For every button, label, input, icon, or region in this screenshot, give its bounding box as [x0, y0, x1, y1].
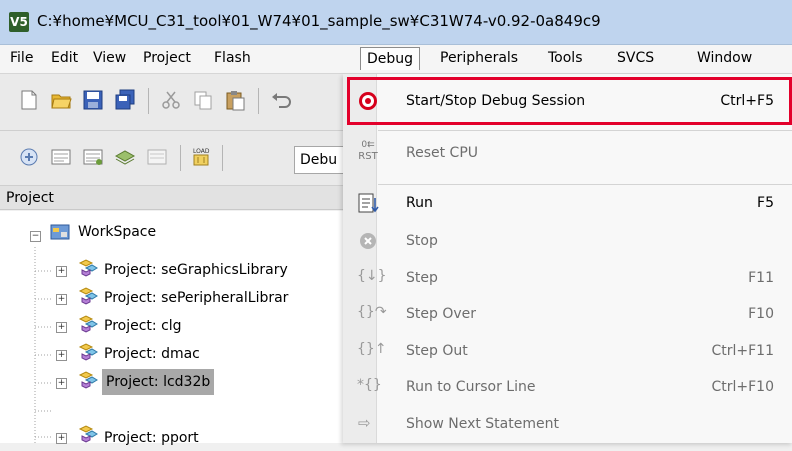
- menu-item-label: Step Out: [406, 343, 468, 359]
- stop-build-icon[interactable]: [146, 146, 168, 168]
- step-over-icon: {}↷: [357, 304, 387, 320]
- tree-item-project-selected[interactable]: Project: lcd32b: [102, 369, 215, 395]
- highlight-annotation: [347, 77, 792, 125]
- menu-separator: [378, 130, 792, 131]
- menu-item-step-over[interactable]: {}↷ Step Over F10: [343, 299, 792, 331]
- menu-item-shortcut: F5: [757, 195, 774, 211]
- svg-text:LOAD: LOAD: [193, 148, 210, 155]
- menu-item-run-to-cursor[interactable]: *{} Run to Cursor Line Ctrl+F10: [343, 372, 792, 404]
- project-icon: [78, 315, 98, 333]
- cut-icon[interactable]: [160, 89, 182, 111]
- menu-project[interactable]: Project: [143, 50, 191, 66]
- run-to-cursor-icon: *{}: [357, 377, 382, 393]
- menu-item-label: Reset CPU: [406, 145, 479, 161]
- load-icon[interactable]: LOAD: [190, 145, 212, 167]
- save-all-icon[interactable]: [114, 89, 136, 111]
- show-next-statement-icon: ⇨: [358, 414, 371, 432]
- project-pane-header: Project: [0, 186, 352, 210]
- toolbar-separator: [222, 145, 223, 171]
- step-icon: {↓}: [357, 268, 387, 284]
- menu-item-label: Run to Cursor Line: [406, 379, 536, 395]
- compile-icon[interactable]: [18, 146, 40, 168]
- menu-svcs[interactable]: SVCS: [617, 50, 654, 66]
- menu-item-shortcut: F10: [748, 306, 774, 322]
- step-out-icon: {}↑: [357, 341, 387, 357]
- menu-item-shortcut: Ctrl+F10: [711, 379, 774, 395]
- menu-file[interactable]: File: [10, 50, 33, 66]
- stop-icon: [360, 233, 376, 249]
- menu-item-label: Step Over: [406, 306, 476, 322]
- menu-item-stop[interactable]: Stop: [343, 226, 792, 258]
- menu-item-shortcut: F11: [748, 270, 774, 286]
- menu-flash[interactable]: Flash: [214, 50, 251, 66]
- menu-item-shortcut: Ctrl+F11: [711, 343, 774, 359]
- open-folder-icon[interactable]: [50, 89, 72, 111]
- menu-item-step[interactable]: {↓} Step F11: [343, 263, 792, 295]
- menu-peripherals[interactable]: Peripherals: [440, 50, 518, 66]
- workspace-expander[interactable]: −: [30, 231, 41, 242]
- batch-build-icon[interactable]: [114, 146, 136, 168]
- build-icon[interactable]: [50, 146, 72, 168]
- menu-item-label: Show Next Statement: [406, 416, 559, 432]
- tree-item-project[interactable]: Project: sePeripheralLibrar: [104, 285, 288, 311]
- menu-item-label: Stop: [406, 233, 438, 249]
- tree-item-project[interactable]: Project: dmac: [104, 341, 200, 367]
- project-icon: [78, 259, 98, 277]
- paste-icon[interactable]: [224, 89, 246, 111]
- reset-cpu-icon: 0⇇ RST: [358, 140, 378, 162]
- undo-icon[interactable]: [270, 89, 292, 111]
- menu-item-reset-cpu[interactable]: 0⇇ RST Reset CPU: [343, 138, 792, 170]
- workspace-node[interactable]: WorkSpace: [78, 219, 156, 245]
- menu-edit[interactable]: Edit: [51, 50, 78, 66]
- project-expander[interactable]: +: [56, 350, 67, 361]
- window-title: C:¥home¥MCU_C31_tool¥01_W74¥01_sample_sw…: [37, 12, 601, 30]
- project-expander[interactable]: +: [56, 433, 67, 444]
- menu-item-label: Run: [406, 195, 433, 211]
- project-expander[interactable]: +: [56, 294, 67, 305]
- app-icon: V5: [9, 12, 29, 32]
- menu-debug[interactable]: Debug: [360, 47, 421, 70]
- menu-item-show-next-statement[interactable]: ⇨ Show Next Statement: [343, 409, 792, 441]
- run-icon: [358, 193, 379, 213]
- menu-window[interactable]: Window: [697, 50, 752, 66]
- project-expander[interactable]: +: [56, 378, 67, 389]
- project-icon: [78, 371, 98, 389]
- file-toolbar: [0, 74, 345, 131]
- workspace-icon: [50, 224, 70, 240]
- project-icon: [78, 343, 98, 361]
- new-file-icon[interactable]: [18, 89, 40, 111]
- save-icon[interactable]: [82, 89, 104, 111]
- project-expander[interactable]: +: [56, 266, 67, 277]
- menu-item-run[interactable]: Run F5: [343, 188, 792, 220]
- menu-tools[interactable]: Tools: [548, 50, 583, 66]
- tree-item-project[interactable]: Project: clg: [104, 313, 182, 339]
- toolbar-separator: [180, 145, 181, 171]
- tree-item-project[interactable]: Project: pport: [104, 425, 199, 451]
- tree-item-project[interactable]: Project: seGraphicsLibrary: [104, 257, 288, 283]
- menu-view[interactable]: View: [93, 50, 126, 66]
- menu-bar: File Edit View Project Flash Debug Perip…: [0, 45, 792, 74]
- project-icon: [78, 287, 98, 305]
- toolbar-separator: [148, 88, 149, 114]
- project-tree: − WorkSpace + Project: seGraphicsLibrary…: [0, 211, 352, 446]
- project-icon: [78, 425, 98, 443]
- menu-item-step-out[interactable]: {}↑ Step Out Ctrl+F11: [343, 336, 792, 368]
- rebuild-icon[interactable]: [82, 146, 104, 168]
- menu-item-label: Step: [406, 270, 438, 286]
- project-expander[interactable]: +: [56, 322, 67, 333]
- menu-separator: [378, 184, 792, 185]
- copy-icon[interactable]: [192, 89, 214, 111]
- toolbar-separator: [258, 88, 259, 114]
